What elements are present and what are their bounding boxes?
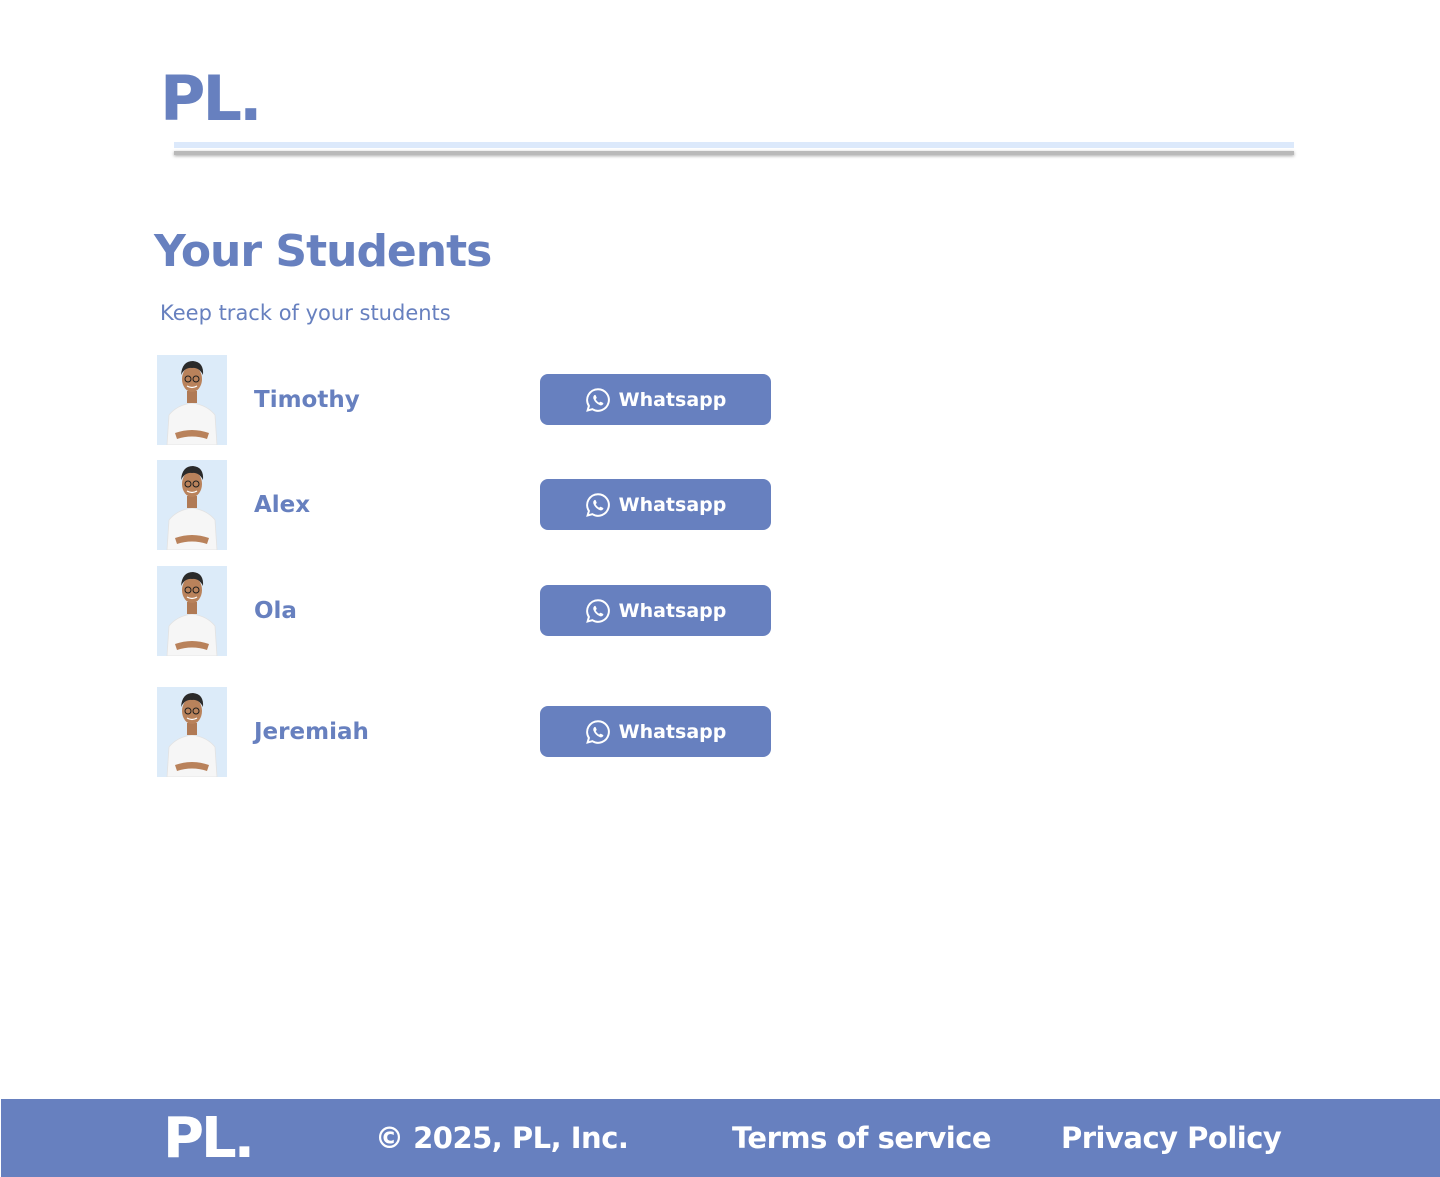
footer-copyright: © 2025, PL, Inc. bbox=[375, 1121, 629, 1155]
student-name: Jeremiah bbox=[254, 719, 369, 745]
student-name: Timothy bbox=[254, 387, 360, 413]
student-name: Ola bbox=[254, 598, 297, 624]
whatsapp-icon bbox=[585, 492, 611, 518]
terms-of-service-link[interactable]: Terms of service bbox=[732, 1119, 992, 1157]
whatsapp-button[interactable]: Whatsapp bbox=[540, 374, 771, 425]
footer-logo[interactable]: PL. bbox=[163, 1109, 255, 1169]
footer: PL. © 2025, PL, Inc. Terms of service Pr… bbox=[1, 1099, 1440, 1177]
student-row: Timothy Whatsapp bbox=[157, 355, 777, 445]
whatsapp-icon bbox=[585, 387, 611, 413]
whatsapp-icon bbox=[585, 598, 611, 624]
student-photo-icon bbox=[157, 355, 227, 445]
student-avatar bbox=[157, 355, 227, 445]
whatsapp-icon bbox=[585, 719, 611, 745]
divider-light-line bbox=[174, 142, 1294, 148]
student-photo-icon bbox=[157, 566, 227, 656]
page-subtitle: Keep track of your students bbox=[160, 301, 451, 325]
student-row: Ola Whatsapp bbox=[157, 566, 777, 656]
student-avatar bbox=[157, 687, 227, 777]
divider-shadow-line bbox=[174, 151, 1294, 155]
privacy-policy-link[interactable]: Privacy Policy bbox=[1061, 1119, 1282, 1157]
page: PL. Your Students Keep track of your stu… bbox=[0, 0, 1440, 1177]
whatsapp-button[interactable]: Whatsapp bbox=[540, 706, 771, 757]
whatsapp-button[interactable]: Whatsapp bbox=[540, 479, 771, 530]
student-name: Alex bbox=[254, 492, 311, 518]
whatsapp-button-label: Whatsapp bbox=[618, 493, 727, 516]
student-photo-icon bbox=[157, 460, 227, 550]
student-avatar bbox=[157, 460, 227, 550]
student-row: Jeremiah Whatsapp bbox=[157, 687, 777, 777]
page-title: Your Students bbox=[154, 226, 492, 277]
whatsapp-button[interactable]: Whatsapp bbox=[540, 585, 771, 636]
student-row: Alex Whatsapp bbox=[157, 460, 777, 550]
brand-logo[interactable]: PL. bbox=[160, 68, 262, 130]
whatsapp-button-label: Whatsapp bbox=[618, 720, 727, 743]
header-divider bbox=[174, 142, 1294, 156]
whatsapp-button-label: Whatsapp bbox=[618, 388, 727, 411]
student-avatar bbox=[157, 566, 227, 656]
whatsapp-button-label: Whatsapp bbox=[618, 599, 727, 622]
student-photo-icon bbox=[157, 687, 227, 777]
